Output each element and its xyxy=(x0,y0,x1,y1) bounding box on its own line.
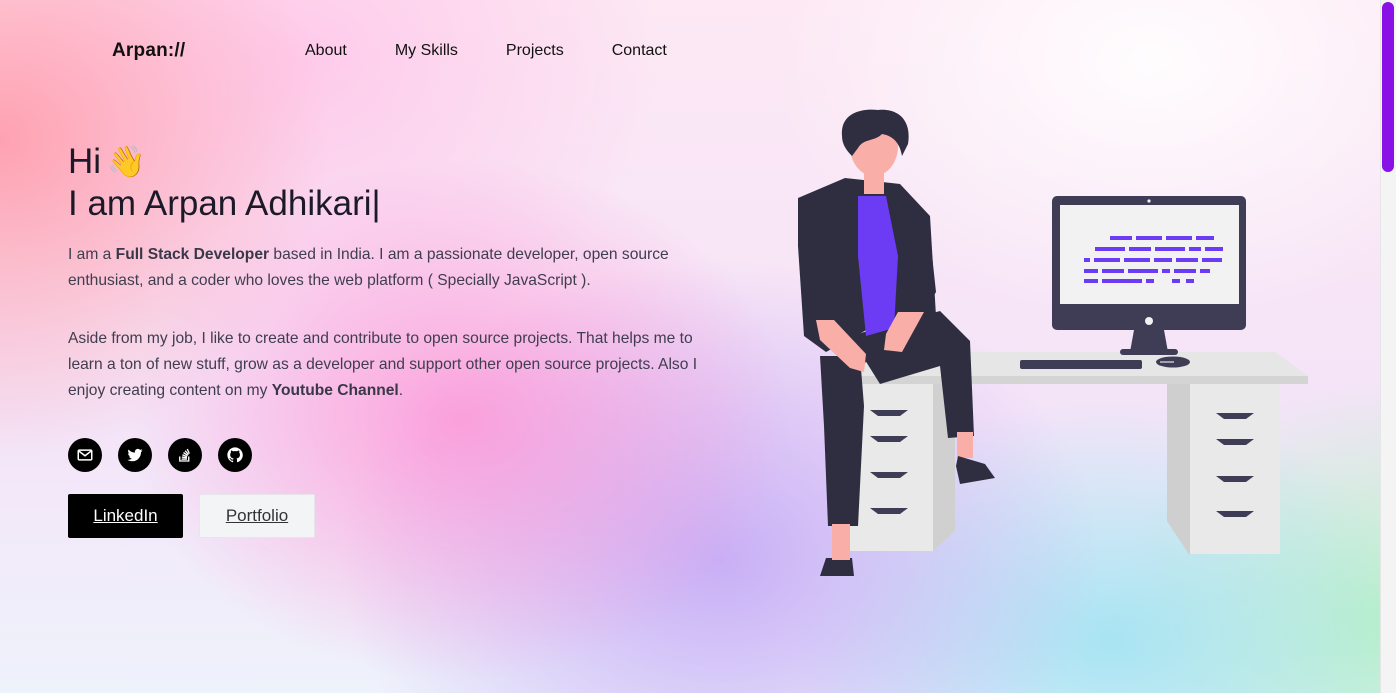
social-links xyxy=(68,438,698,472)
developer-desk-illustration xyxy=(798,109,1308,576)
main-nav: About My Skills Projects Contact xyxy=(305,42,667,60)
stackoverflow-link[interactable] xyxy=(168,438,202,472)
portfolio-button[interactable]: Portfolio xyxy=(199,494,315,538)
about-paragraph: Aside from my job, I like to create and … xyxy=(68,326,698,404)
scrollbar-thumb[interactable] xyxy=(1382,2,1394,172)
twitter-icon xyxy=(127,448,143,462)
page-title: I am Arpan Adhikari| xyxy=(68,183,698,225)
twitter-link[interactable] xyxy=(118,438,152,472)
cta-buttons: LinkedIn Portfolio xyxy=(68,494,698,538)
intro-text-pre: I am a xyxy=(68,246,116,263)
waving-hand-icon: 👋 xyxy=(107,144,146,179)
mail-icon xyxy=(77,449,93,461)
nav-projects[interactable]: Projects xyxy=(506,42,564,60)
nav-about[interactable]: About xyxy=(305,42,347,60)
about-text-post: . xyxy=(398,382,404,399)
github-link[interactable] xyxy=(218,438,252,472)
typing-caret: | xyxy=(371,184,381,223)
linkedin-button[interactable]: LinkedIn xyxy=(68,494,183,538)
name-text: I am Arpan Adhikari xyxy=(68,184,372,223)
greeting-text: Hi xyxy=(68,142,102,181)
role-highlight: Full Stack Developer xyxy=(115,246,270,263)
youtube-channel-link[interactable]: Youtube Channel xyxy=(272,382,399,399)
stackoverflow-icon xyxy=(179,448,190,462)
intro-paragraph: I am a Full Stack Developer based in Ind… xyxy=(68,242,698,294)
github-icon xyxy=(227,447,243,463)
nav-my-skills[interactable]: My Skills xyxy=(395,42,458,60)
greeting: Hi 👋 xyxy=(68,142,698,182)
nav-contact[interactable]: Contact xyxy=(612,42,667,60)
mail-link[interactable] xyxy=(68,438,102,472)
brand-logo[interactable]: Arpan:// xyxy=(112,40,185,62)
hero-section: Hi 👋 I am Arpan Adhikari| I am a Full St… xyxy=(68,142,698,538)
page: Arpan:// About My Skills Projects Contac… xyxy=(0,0,1380,693)
